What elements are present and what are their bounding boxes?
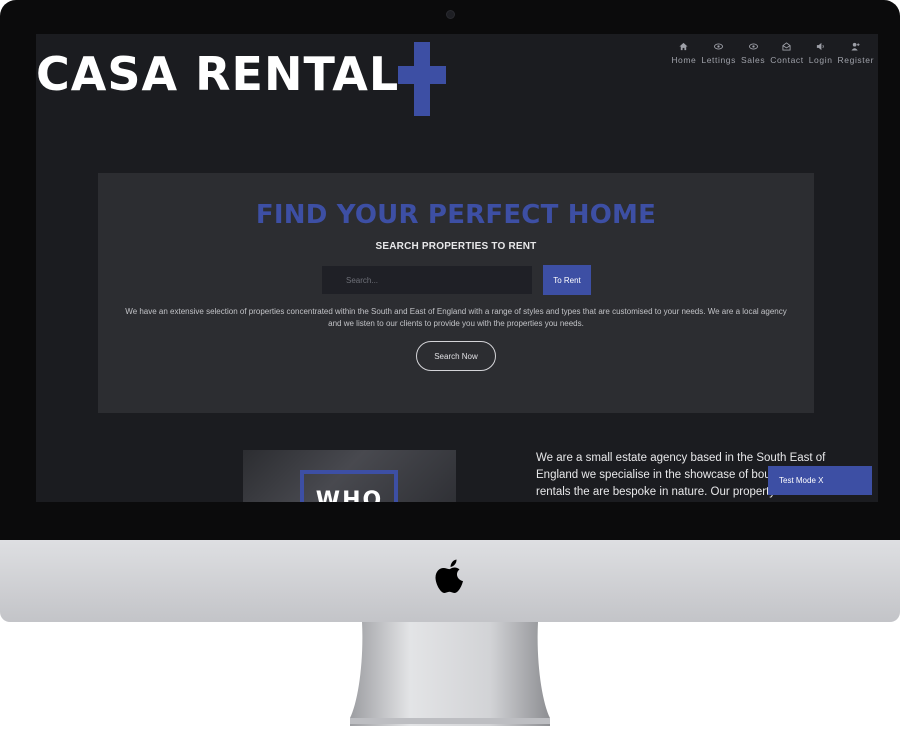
eye-icon: [748, 43, 758, 50]
envelope-icon: [782, 42, 792, 51]
camera-dot: [446, 10, 455, 19]
nav-item-sales[interactable]: Sales: [741, 42, 765, 65]
website-screen: CASA RENTAL Home Lettings Sales Contact: [36, 34, 878, 502]
nav-item-register[interactable]: Register: [838, 42, 874, 65]
plus-icon: [398, 42, 446, 116]
hero-title: FIND YOUR PERFECT HOME: [255, 200, 657, 230]
hero-search-panel: FIND YOUR PERFECT HOME SEARCH PROPERTIES…: [98, 173, 814, 413]
speaker-icon: [817, 42, 824, 51]
nav-label: Sales: [740, 55, 766, 65]
logo-text: CASA RENTAL: [36, 47, 400, 101]
main-nav: Home Lettings Sales Contact Login Regist…: [671, 42, 874, 65]
to-rent-button[interactable]: To Rent: [543, 265, 591, 295]
hero-description: We have an extensive selection of proper…: [125, 307, 787, 328]
search-input[interactable]: [322, 266, 532, 294]
nav-item-home[interactable]: Home: [671, 42, 696, 65]
test-mode-button[interactable]: Test Mode X: [768, 466, 872, 495]
nav-label: Lettings: [701, 55, 736, 65]
nav-label: Home: [671, 55, 697, 65]
user-add-icon: [851, 42, 860, 51]
who-label: WHO: [315, 488, 384, 502]
nav-label: Contact: [770, 55, 804, 65]
nav-item-contact[interactable]: Contact: [770, 42, 804, 65]
nav-item-login[interactable]: Login: [809, 42, 833, 65]
eye-icon: [714, 43, 724, 50]
search-now-button[interactable]: Search Now: [416, 341, 496, 371]
imac-stand: [350, 622, 550, 726]
nav-label: Login: [808, 55, 833, 65]
hero-subtitle: SEARCH PROPERTIES TO RENT: [375, 241, 537, 252]
imac-bezel: CASA RENTAL Home Lettings Sales Contact: [0, 0, 900, 540]
home-icon: [679, 42, 688, 51]
who-we-are-image: WHO: [243, 450, 456, 502]
nav-item-lettings[interactable]: Lettings: [701, 42, 736, 65]
nav-label: Register: [837, 55, 874, 65]
apple-logo-icon: [435, 559, 463, 593]
